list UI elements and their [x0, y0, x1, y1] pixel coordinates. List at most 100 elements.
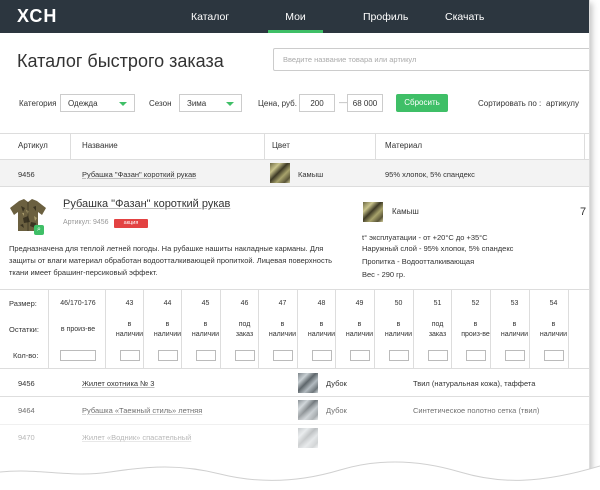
row-name-link[interactable]: Рубашка «Таежный стиль» летняя — [82, 406, 202, 415]
sort-label: Сортировать по : — [478, 99, 542, 108]
nav-item-profile[interactable]: Профиль — [363, 0, 408, 33]
color-swatch — [270, 163, 290, 183]
quantity-input[interactable] — [119, 350, 140, 361]
season-select[interactable]: Зима — [179, 94, 242, 112]
size-value: 45 — [201, 300, 210, 307]
brand-logo[interactable]: ХСН — [17, 6, 57, 27]
app-window: ХСН Каталог Мои заказы Профиль Скачать К… — [0, 0, 590, 480]
size-value: 46 — [240, 300, 249, 307]
stock-status: в наличии — [150, 320, 185, 340]
size-value: 52 — [471, 300, 480, 307]
stock-status-line: наличии — [345, 331, 374, 338]
size-value: 47 — [278, 300, 287, 307]
color-swatch — [298, 428, 318, 448]
price-label: Цена, руб. — [258, 99, 297, 108]
sale-badge: акция — [114, 219, 148, 228]
season-label: Сезон — [149, 99, 172, 108]
qty-label: Кол-во: — [13, 351, 39, 360]
quantity-input[interactable] — [349, 350, 370, 361]
column-header-name[interactable]: Название — [82, 141, 118, 150]
stock-status-line: в — [127, 321, 132, 328]
quantity-input[interactable] — [60, 350, 96, 361]
stock-status: в наличии — [381, 320, 416, 340]
divider — [0, 396, 589, 397]
stock-status-line: наличии — [191, 331, 220, 338]
stock-status-line: наличии — [115, 331, 144, 338]
divider — [48, 289, 49, 368]
color-swatch — [298, 373, 318, 393]
row-article: 9456 — [18, 379, 35, 388]
price-from-input[interactable]: 200 — [299, 94, 335, 112]
quantity-input[interactable] — [427, 350, 448, 361]
quantity-input[interactable] — [543, 350, 564, 361]
size-value: 43 — [125, 300, 134, 307]
page-title: Каталог быстрого заказа — [17, 51, 224, 71]
nav-item-catalog[interactable]: Каталог — [191, 0, 229, 33]
size-value: 46/170-176 — [60, 300, 96, 307]
quantity-input[interactable] — [465, 350, 486, 361]
quantity-input[interactable] — [272, 350, 293, 361]
stock-status: в наличии — [304, 320, 339, 340]
price-partial: 7 — [580, 206, 587, 218]
stock-status: в наличии — [112, 320, 147, 340]
chevron-down-icon — [119, 102, 127, 106]
quantity-input[interactable] — [234, 350, 255, 361]
row-material: 95% хлопок, 5% спандекс — [385, 170, 475, 179]
product-description: Предназначена для теплой летней погоды. … — [9, 244, 333, 277]
stock-status-line: в — [203, 321, 208, 328]
zoom-icon[interactable]: ⌕ — [34, 225, 44, 235]
search-input[interactable] — [273, 48, 589, 71]
size-value: 50 — [394, 300, 403, 307]
product-color: Камыш — [392, 207, 419, 216]
sort-select[interactable]: артикулу — [546, 99, 579, 108]
stock-status-line: наличии — [500, 331, 529, 338]
nav-item-my-orders[interactable]: Мои заказы — [268, 0, 323, 57]
stock-label: Остатки: — [9, 325, 39, 334]
stock-status: в наличии — [265, 320, 300, 340]
season-value: Зима — [187, 99, 207, 108]
stock-status-line: наличии — [307, 331, 336, 338]
quantity-input[interactable] — [157, 350, 178, 361]
stock-status: в произ-ве — [458, 320, 493, 340]
stock-status: под заказ — [227, 320, 262, 340]
row-color: Дубок — [326, 379, 347, 388]
row-name-link[interactable]: Рубашка "Фазан" короткий рукав — [82, 170, 196, 179]
price-range-dash: — — [339, 98, 347, 107]
stock-status-line: в — [473, 321, 478, 328]
quantity-input[interactable] — [195, 350, 216, 361]
stock-status: в наличии — [497, 320, 532, 340]
reset-button[interactable]: Сбросить — [396, 94, 448, 112]
stock-status-line: заказ — [235, 331, 254, 338]
stock-status: в наличии — [188, 320, 223, 340]
stock-status-line: наличии — [539, 331, 568, 338]
stock-status-line: в — [357, 321, 362, 328]
stock-status: в произ-ве — [52, 325, 104, 335]
stock-status-line: произ-ве — [461, 331, 490, 338]
stock-status-line: в — [280, 321, 285, 328]
column-header-color[interactable]: Цвет — [272, 141, 290, 150]
size-value: 48 — [317, 300, 326, 307]
torn-edge — [0, 461, 600, 490]
product-title[interactable]: Рубашка "Фазан" короткий рукав — [63, 198, 230, 210]
price-to-input[interactable]: 68 000 — [347, 94, 383, 112]
row-name-link[interactable]: Жилет «Водник» спасательный — [82, 433, 191, 442]
column-header-article[interactable]: Артикул — [18, 141, 48, 150]
category-label: Категория — [19, 99, 57, 108]
top-nav: ХСН Каталог Мои заказы Профиль Скачать — [0, 0, 589, 57]
quantity-input[interactable] — [504, 350, 525, 361]
row-name-link[interactable]: Жилет охотника № 3 — [82, 379, 154, 388]
quantity-input[interactable] — [388, 350, 409, 361]
divider — [0, 133, 589, 134]
divider — [105, 289, 106, 368]
category-select[interactable]: Одежда — [60, 94, 135, 112]
nav-item-download[interactable]: Скачать — [445, 0, 484, 33]
row-color: Дубок — [326, 406, 347, 415]
size-label: Размер: — [9, 299, 37, 308]
chevron-down-icon — [226, 102, 234, 106]
row-article: 9470 — [18, 433, 35, 442]
quantity-input[interactable] — [311, 350, 332, 361]
stock-status-line: наличии — [384, 331, 413, 338]
spec-outer-layer: Наружный слой - 95% хлопок, 5% спандекс — [362, 244, 514, 253]
stock-status-line: в — [396, 321, 401, 328]
column-header-material[interactable]: Материал — [385, 141, 422, 150]
